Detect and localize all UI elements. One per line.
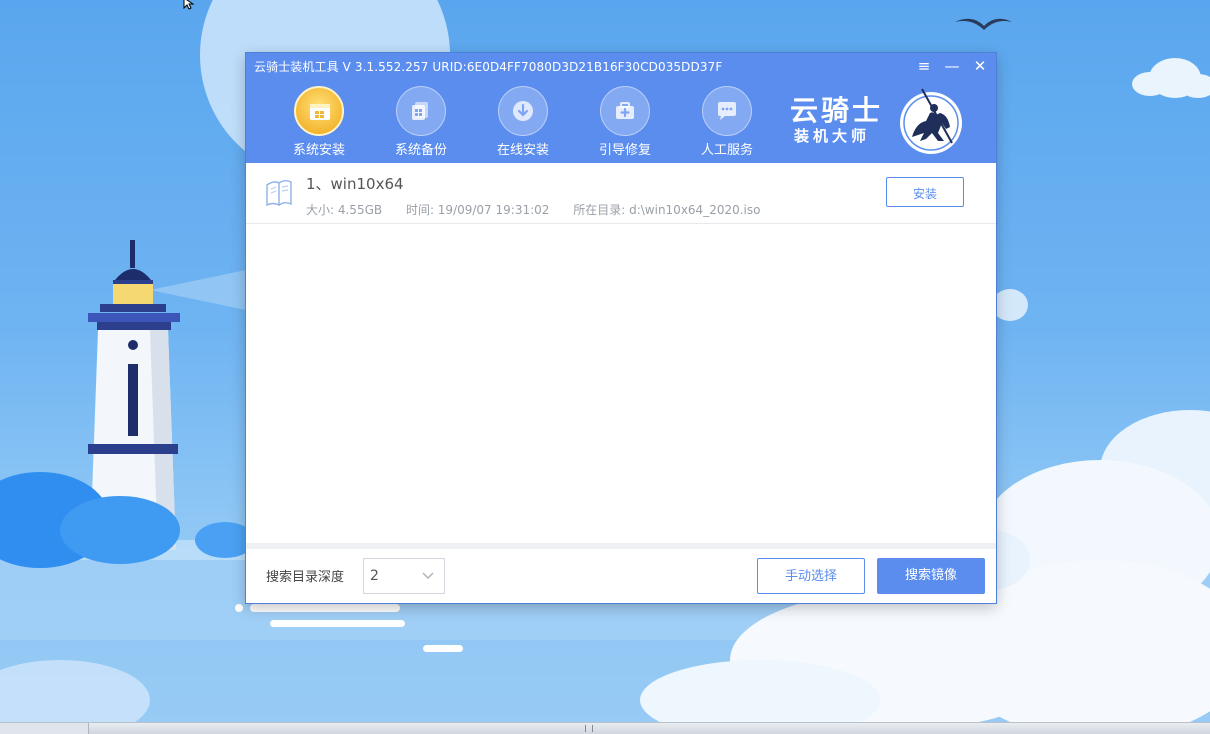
taskbar-start-area[interactable] <box>0 723 89 734</box>
nav-label: 系统备份 <box>394 143 447 158</box>
online-install-icon <box>498 86 548 136</box>
image-directory: 所在目录: d:\win10x64_2020.iso <box>573 203 761 217</box>
nav-label: 系统安装 <box>292 143 345 158</box>
install-button[interactable]: 安装 <box>886 177 964 207</box>
image-meta: 大小: 4.55GB 时间: 19/09/07 19:31:02 所在目录: d… <box>306 201 780 218</box>
mouse-cursor-icon <box>183 0 195 10</box>
close-icon[interactable]: ✕ <box>970 57 990 75</box>
minimize-icon[interactable]: — <box>942 57 962 75</box>
image-size: 大小: 4.55GB <box>306 203 383 217</box>
nav-item-human-service[interactable]: 人工服务 <box>676 84 778 158</box>
brand-name: 云骑士 <box>790 94 884 127</box>
nav-item-system-backup[interactable]: 系统备份 <box>370 84 472 158</box>
nav-label: 人工服务 <box>700 143 753 158</box>
system-install-icon <box>294 86 344 136</box>
search-depth-select[interactable]: 2 <box>363 558 445 594</box>
window-header: 云骑士装机工具 V 3.1.552.257 URID:6E0D4FF7080D3… <box>246 53 996 163</box>
footer-bar: 搜索目录深度 2 手动选择 搜索镜像 <box>246 543 996 603</box>
iso-file-icon <box>266 180 292 207</box>
nav-label: 在线安装 <box>496 143 549 158</box>
search-depth-label: 搜索目录深度 <box>266 570 345 585</box>
nav-item-online-install[interactable]: 在线安装 <box>472 84 574 158</box>
taskbar-grip[interactable] <box>585 725 593 732</box>
taskbar <box>0 722 1210 734</box>
menu-icon[interactable]: ≡ <box>914 57 934 75</box>
image-time: 时间: 19/09/07 19:31:02 <box>405 203 550 217</box>
list-item[interactable]: 1、win10x64 大小: 4.55GB 时间: 19/09/07 19:31… <box>246 163 996 224</box>
brand-logo: 云骑士 装机大师 <box>786 83 986 159</box>
search-image-button[interactable]: 搜索镜像 <box>877 558 985 594</box>
window-title: 云骑士装机工具 V 3.1.552.257 URID:6E0D4FF7080D3… <box>254 60 723 74</box>
nav-item-system-install[interactable]: 系统安装 <box>268 84 370 158</box>
window-controls: ≡ — ✕ <box>914 57 990 75</box>
system-backup-icon <box>396 86 446 136</box>
main-nav: 系统安装 系统备份 在线安装 引导修复 人工服务 <box>268 84 778 158</box>
manual-select-button[interactable]: 手动选择 <box>757 558 865 594</box>
chevron-down-icon <box>422 572 434 579</box>
nav-item-boot-repair[interactable]: 引导修复 <box>574 84 676 158</box>
image-name: 1、win10x64 <box>306 175 404 193</box>
knight-logo-icon <box>900 88 962 154</box>
boot-repair-icon <box>600 86 650 136</box>
app-window: 云骑士装机工具 V 3.1.552.257 URID:6E0D4FF7080D3… <box>246 53 996 603</box>
brand-subtitle: 装机大师 <box>794 127 871 145</box>
nav-label: 引导修复 <box>598 143 651 158</box>
search-depth-value: 2 <box>370 568 379 584</box>
image-list: 1、win10x64 大小: 4.55GB 时间: 19/09/07 19:31… <box>246 163 996 543</box>
chat-service-icon <box>702 86 752 136</box>
